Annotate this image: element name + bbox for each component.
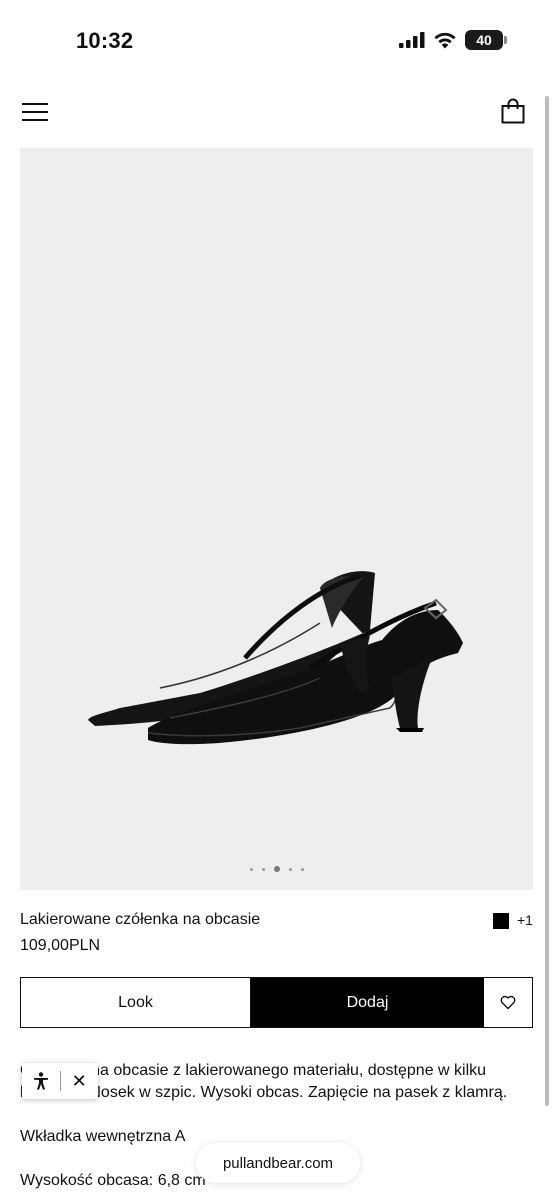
browser-url-bar[interactable]: pullandbear.com (196, 1143, 360, 1183)
carousel-dot[interactable] (261, 867, 265, 871)
carousel-dot[interactable] (288, 867, 292, 871)
product-image[interactable] (20, 148, 533, 890)
heart-icon (500, 995, 516, 1010)
site-header (0, 92, 553, 132)
close-icon[interactable]: ✕ (72, 1072, 87, 1090)
separator (59, 1071, 61, 1091)
product-price: 109,00PLN (20, 937, 101, 954)
add-to-cart-button[interactable]: Dodaj (251, 978, 484, 1027)
action-buttons: Look Dodaj (20, 977, 533, 1028)
carousel-dot[interactable] (300, 867, 304, 871)
battery-icon: 40 (465, 30, 507, 50)
wifi-icon (434, 32, 456, 48)
status-bar: 10:32 40 (0, 0, 553, 80)
accessibility-icon[interactable] (33, 1072, 49, 1090)
signal-icon (399, 32, 425, 48)
product-name: Lakierowane czółenka na obcasie (20, 911, 261, 928)
carousel-dot[interactable] (249, 867, 253, 871)
shopping-bag-icon[interactable] (501, 98, 525, 124)
favorite-button[interactable] (484, 978, 532, 1027)
product-photo (88, 571, 463, 745)
more-colors-count[interactable]: +1 (517, 912, 533, 928)
carousel-dot-active[interactable] (273, 866, 280, 872)
status-icons: 40 (399, 30, 507, 50)
color-swatch[interactable] (493, 913, 509, 929)
menu-icon[interactable] (22, 100, 48, 122)
accessibility-widget: ✕ (22, 1063, 98, 1099)
front-shoe (147, 598, 463, 745)
status-time: 10:32 (76, 28, 134, 53)
carousel-dots[interactable] (20, 866, 533, 872)
page-scrollbar[interactable] (545, 96, 549, 1106)
look-button[interactable]: Look (21, 978, 251, 1027)
